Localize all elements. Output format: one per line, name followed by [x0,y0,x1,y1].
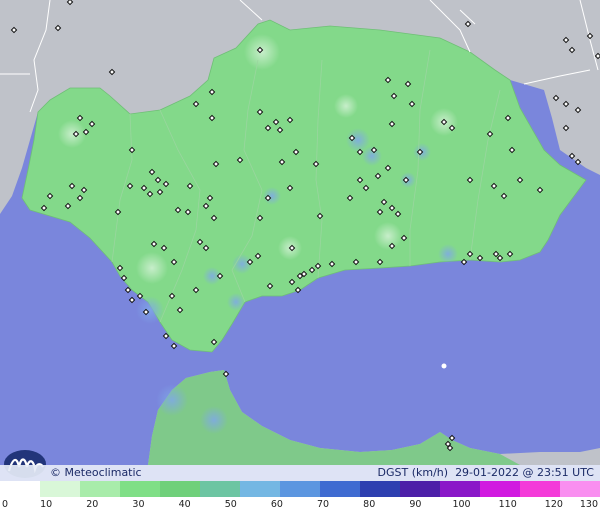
scale-tick-label: 110 [498,499,517,510]
scale-swatch [160,481,201,497]
scale-tick-label: 20 [86,499,99,510]
gust-hotspot [438,244,458,264]
scale-tick-label: 60 [270,499,283,510]
map-canvas [0,0,600,465]
scale-tick-label: 10 [40,499,53,510]
scale-swatch [280,481,321,497]
variable-timestamp: DGST (km/h) 29-01-2022 @ 23:51 UTC [378,465,594,481]
gust-hotspot [374,222,402,250]
gust-hotspot [58,120,86,148]
scale-tick-label: 130 [579,499,598,510]
map-view[interactable]: © Meteoclimatic DGST (km/h) 29-01-2022 @… [0,0,600,517]
info-bar: © Meteoclimatic DGST (km/h) 29-01-2022 @… [0,465,600,481]
scale-tick-label: 90 [409,499,422,510]
color-scale-legend: 0 10 20 30 40 50 60 70 80 90 100 110 120 130 [0,481,600,517]
timestamp-label: 29-01-2022 @ 23:51 UTC [455,466,594,479]
scale-tick-label: 100 [452,499,471,510]
scale-tick-label: 120 [544,499,563,510]
gust-hotspot [244,34,280,70]
scale-swatch [120,481,161,497]
scale-swatch [480,481,521,497]
brand-label: © Meteoclimatic [50,466,142,479]
scale-swatch [40,481,81,497]
scale-swatch [200,481,241,497]
scale-swatch [320,481,361,497]
scale-swatch [400,481,441,497]
scale-tick-label: 30 [132,499,145,510]
scale-swatch [520,481,561,497]
gust-hotspot [200,406,228,434]
gust-hotspot [156,384,188,416]
scale-tick-label: 50 [224,499,237,510]
scale-tick-label: 70 [317,499,330,510]
gust-hotspot [263,187,281,205]
variable-label: DGST (km/h) [377,466,449,479]
scale-swatch [440,481,481,497]
gust-hotspot [136,252,168,284]
scale-swatch [0,481,41,497]
scale-swatch [360,481,401,497]
scale-swatch [240,481,281,497]
color-scale-bar [0,481,600,497]
scale-tick-label: 0 [2,499,9,510]
scale-tick-label: 80 [363,499,376,510]
island [441,363,447,369]
scale-labels: 0 10 20 30 40 50 60 70 80 90 100 110 120 130 [0,499,600,513]
gust-hotspot [334,94,358,118]
scale-tick-label: 40 [178,499,191,510]
gust-hotspot [136,296,164,324]
scale-swatch [560,481,600,497]
scale-swatch [80,481,121,497]
